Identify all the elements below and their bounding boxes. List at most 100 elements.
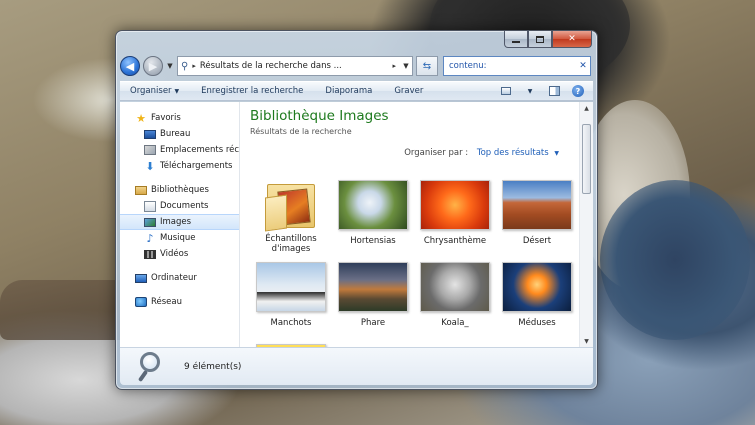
file-item[interactable]: Désert xyxy=(496,178,578,254)
documents-icon xyxy=(144,200,156,212)
image-thumbnail xyxy=(420,180,490,230)
close-icon: ✕ xyxy=(568,34,576,44)
command-bar-right: ▼ ? xyxy=(499,85,593,97)
breadcrumb-separator-icon: ▸ xyxy=(192,62,196,70)
arrange-by-label: Organiser par : xyxy=(404,148,469,158)
scrollbar-thumb[interactable] xyxy=(582,124,591,194)
sidebar-item-downloads[interactable]: ⬇ Téléchargements xyxy=(120,158,239,174)
sidebar-item-label: Ordinateur xyxy=(151,273,197,283)
organize-button[interactable]: Organiser ▼ xyxy=(130,86,179,96)
sidebar-item-music[interactable]: ♪ Musique xyxy=(120,230,239,246)
music-icon: ♪ xyxy=(146,231,154,245)
file-grid: Échantillons d'images Hortensias Chrysan… xyxy=(250,178,579,347)
sidebar-item-label: Images xyxy=(160,217,192,227)
forward-arrow-icon: ▶ xyxy=(148,59,158,73)
magnifier-lens xyxy=(140,351,160,372)
maximize-icon xyxy=(536,35,544,43)
sidebar-item-images[interactable]: Images xyxy=(120,214,239,230)
file-item-label: Chrysanthème xyxy=(423,236,487,246)
minimize-icon xyxy=(512,40,520,43)
file-item[interactable]: Koala_ xyxy=(414,260,496,336)
sidebar-item-videos[interactable]: Vidéos xyxy=(120,246,239,262)
refresh-button[interactable]: ⇆ xyxy=(416,56,438,76)
preview-pane-icon xyxy=(548,86,560,96)
sidebar-item-documents[interactable]: Documents xyxy=(120,198,239,214)
caption-buttons: ✕ xyxy=(504,31,592,49)
file-item[interactable]: Chrysanthème xyxy=(414,178,496,254)
sidebar-item-label: Documents xyxy=(160,201,209,211)
chevron-down-icon[interactable]: ▼ xyxy=(554,150,559,157)
sidebar-item-recent-places[interactable]: Emplacements récents xyxy=(120,142,239,158)
sidebar-item-label: Vidéos xyxy=(160,249,189,259)
sidebar-item-computer[interactable]: Ordinateur xyxy=(120,270,239,286)
minimize-button[interactable] xyxy=(504,31,528,48)
help-icon: ? xyxy=(572,85,584,97)
sidebar-item-label: Réseau xyxy=(151,297,183,307)
recent-pages-dropdown[interactable]: ▼ xyxy=(166,62,174,70)
sidebar-item-libraries[interactable]: Bibliothèques xyxy=(120,182,239,198)
page-title: Bibliothèque Images xyxy=(250,108,389,124)
sidebar-item-label: Téléchargements xyxy=(160,161,233,171)
network-icon xyxy=(135,297,147,307)
thumbnail-frame xyxy=(334,178,412,232)
preview-pane-button[interactable] xyxy=(547,85,561,97)
back-arrow-icon: ◀ xyxy=(125,59,135,73)
folder-icon xyxy=(263,178,319,232)
address-bar[interactable]: ⚲ ▸ Résultats de la recherche dans ... ▸… xyxy=(177,56,413,76)
file-item[interactable]: Échantillons d'images xyxy=(250,178,332,254)
address-dropdown-icon[interactable]: ▼ xyxy=(400,57,412,75)
close-button[interactable]: ✕ xyxy=(552,31,592,48)
search-input[interactable] xyxy=(449,61,576,71)
chevron-down-icon: ▼ xyxy=(527,87,533,95)
images-icon xyxy=(144,217,156,227)
file-item-label: Koala_ xyxy=(441,318,469,328)
slideshow-button[interactable]: Diaporama xyxy=(325,86,372,96)
help-button[interactable]: ? xyxy=(571,85,585,97)
file-item[interactable]: Méduses xyxy=(496,260,578,336)
image-thumbnail xyxy=(502,262,572,312)
vertical-scrollbar[interactable]: ▲ ▼ xyxy=(579,102,593,347)
address-path[interactable]: Résultats de la recherche dans ... xyxy=(200,61,389,71)
item-count: 9 élément(s) xyxy=(184,361,242,372)
change-view-button[interactable] xyxy=(499,85,513,97)
search-folder-icon: ⚲ xyxy=(181,60,189,72)
forward-button[interactable]: ▶ xyxy=(143,56,163,76)
command-bar: Organiser ▼ Enregistrer la recherche Diap… xyxy=(120,81,593,101)
save-search-button[interactable]: Enregistrer la recherche xyxy=(201,86,303,96)
image-thumbnail xyxy=(338,180,408,230)
file-item-label: Hortensias xyxy=(350,236,396,246)
image-thumbnail xyxy=(502,180,572,230)
burn-button[interactable]: Graver xyxy=(394,86,423,96)
file-item[interactable]: Phare xyxy=(332,260,414,336)
more-views-dropdown[interactable]: ▼ xyxy=(523,85,537,97)
folder-front xyxy=(265,194,287,232)
image-thumbnail xyxy=(256,262,326,312)
sidebar-item-label: Musique xyxy=(160,233,196,243)
close-icon[interactable]: ✕ xyxy=(576,61,590,71)
back-button[interactable]: ◀ xyxy=(120,56,140,76)
thumbnail-frame xyxy=(416,178,494,232)
thumbnail-frame xyxy=(252,260,330,314)
file-item[interactable]: Manchots xyxy=(250,260,332,336)
scroll-up-icon[interactable]: ▲ xyxy=(580,102,593,114)
file-item[interactable]: Hortensias xyxy=(332,178,414,254)
sidebar-item-label: Bureau xyxy=(160,129,191,139)
sidebar-item-network[interactable]: Réseau xyxy=(120,294,239,310)
sidebar-item-favorites[interactable]: ★ Favoris xyxy=(120,110,239,126)
arrange-by-dropdown[interactable]: Top des résultats xyxy=(477,148,549,158)
maximize-button[interactable] xyxy=(528,31,552,48)
wallpaper-bird-wing xyxy=(600,180,750,340)
navigation-bar: ◀ ▶ ▼ ⚲ ▸ Résultats de la recherche dans… xyxy=(120,53,591,79)
arrange-by: Organiser par : Top des résultats ▼ xyxy=(404,148,559,158)
file-item-label: Échantillons d'images xyxy=(265,234,317,254)
thumbnail-frame xyxy=(416,260,494,314)
recent-places-icon xyxy=(144,145,156,155)
sidebar-item-desktop[interactable]: Bureau xyxy=(120,126,239,142)
breadcrumb-chevron-icon[interactable]: ▸ xyxy=(392,62,396,70)
details-pane: 9 élément(s) xyxy=(120,347,593,385)
scroll-down-icon[interactable]: ▼ xyxy=(580,335,593,347)
thumbnail-frame xyxy=(334,260,412,314)
